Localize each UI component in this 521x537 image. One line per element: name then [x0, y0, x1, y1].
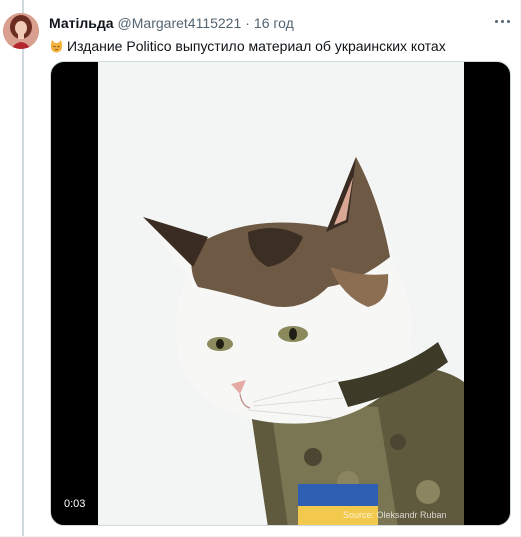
thread-connector-line — [22, 0, 24, 537]
avatar[interactable] — [3, 13, 39, 49]
separator-dot: · — [245, 15, 250, 31]
video-frame — [98, 62, 464, 525]
author-name[interactable]: Матільда — [49, 15, 114, 31]
more-dot-icon — [507, 20, 510, 23]
author-handle[interactable]: @Margaret4115221 — [118, 15, 242, 31]
video-watermark: Source: Oleksandr Ruban — [343, 510, 447, 520]
tweet-body: Издание Politico выпустило материал об у… — [49, 37, 446, 55]
video-duration-badge: 0:03 — [59, 495, 91, 513]
more-dot-icon — [495, 20, 498, 23]
tweet-header: Матільда @Margaret4115221 · 16 год — [49, 15, 294, 31]
video-player[interactable]: 0:03 Source: Oleksandr Ruban — [50, 61, 511, 526]
tweet-text: Издание Politico выпустило материал об у… — [67, 38, 446, 54]
tweet-timestamp[interactable]: 16 год — [254, 15, 294, 31]
cat-face-emoji-icon — [49, 39, 64, 54]
more-options-button[interactable] — [490, 12, 514, 30]
more-dot-icon — [501, 20, 504, 23]
